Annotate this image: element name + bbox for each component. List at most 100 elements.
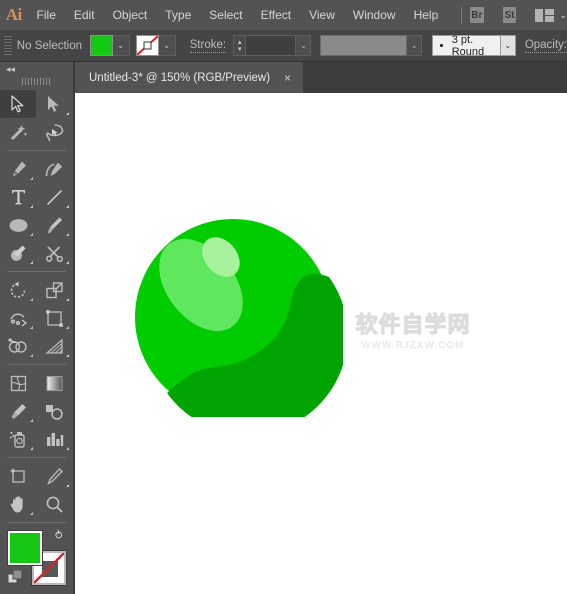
menu-item-effect[interactable]: Effect — [252, 0, 300, 30]
free-transform-tool[interactable] — [36, 304, 72, 332]
spinner-up-icon: ▴ — [237, 38, 242, 46]
selection-tool[interactable] — [0, 90, 36, 118]
menu-item-window[interactable]: Window — [344, 0, 405, 30]
line-segment-tool[interactable] — [36, 183, 72, 211]
shaper-tool[interactable] — [0, 239, 36, 267]
document-tab-title: Untitled-3* @ 150% (RGB/Preview) — [89, 71, 271, 84]
opacity-label[interactable]: Opacity: — [524, 38, 567, 53]
artboard-tool[interactable] — [0, 462, 36, 490]
brush-definition-chevron-icon[interactable]: ⌄ — [500, 35, 516, 56]
ellipse-tool[interactable] — [0, 211, 36, 239]
stroke-control: ⌄ — [135, 35, 176, 56]
perspective-grid-icon — [44, 338, 63, 354]
type-tool[interactable] — [0, 183, 36, 211]
slice-tool[interactable] — [36, 462, 72, 490]
stroke-weight-chevron-icon[interactable]: ⌄ — [296, 35, 312, 56]
menu-item-type[interactable]: Type — [156, 0, 200, 30]
width-tool[interactable] — [0, 304, 36, 332]
lasso-tool[interactable] — [36, 118, 72, 146]
tool-row — [0, 332, 73, 360]
zoom-tool[interactable] — [36, 490, 72, 518]
symbol-sprayer-tool[interactable] — [0, 425, 36, 453]
eyedropper-tool[interactable] — [0, 397, 36, 425]
menu-item-object[interactable]: Object — [104, 0, 157, 30]
default-fill-stroke-icon[interactable] — [8, 570, 23, 585]
brush-preview-icon — [440, 44, 443, 47]
flyout-indicator — [30, 512, 33, 515]
selection-arrow-icon — [11, 95, 24, 113]
fill-proxy-swatch[interactable] — [7, 530, 43, 566]
pen-tool[interactable] — [0, 155, 36, 183]
toolbar-gripper[interactable] — [21, 78, 52, 85]
perspective-grid-tool[interactable] — [36, 332, 72, 360]
ai-logo: Ai — [5, 5, 22, 24]
variable-width-profile-chevron-icon[interactable]: ⌄ — [407, 35, 423, 56]
toolbar-collapse-button[interactable]: ◂◂ — [0, 62, 73, 76]
rotate-tool[interactable] — [0, 276, 36, 304]
stroke-dropdown-chevron-icon[interactable]: ⌄ — [158, 35, 176, 56]
menu-item-view[interactable]: View — [300, 0, 344, 30]
tool-divider — [7, 271, 66, 272]
fill-dropdown-chevron-icon[interactable]: ⌄ — [112, 35, 130, 56]
scale-icon — [45, 281, 63, 298]
menu-item-select[interactable]: Select — [200, 0, 251, 30]
gradient-icon — [46, 375, 62, 391]
selection-status: No Selection — [16, 39, 83, 52]
close-icon[interactable]: × — [284, 72, 291, 84]
control-bar-gripper[interactable] — [4, 35, 12, 56]
watermark-chinese-text: 软件自学网 — [355, 313, 471, 339]
rotate-icon — [10, 281, 25, 298]
tool-row — [0, 397, 73, 425]
none-slash-icon — [136, 36, 158, 55]
brush-definition-field[interactable]: 3 pt. Round — [432, 33, 501, 58]
illustrator-window: Ai File Edit Object Type Select Effect V… — [0, 0, 567, 594]
stock-button[interactable]: St — [502, 7, 517, 23]
shaper-icon — [10, 245, 25, 261]
tool-row — [0, 425, 73, 453]
menu-item-help[interactable]: Help — [405, 0, 448, 30]
stroke-weight-label[interactable]: Stroke: — [189, 38, 227, 53]
direct-selection-tool[interactable] — [36, 90, 72, 118]
curvature-tool[interactable] — [36, 155, 72, 183]
fill-swatch[interactable] — [89, 35, 113, 56]
slice-knife-icon — [46, 467, 63, 485]
tool-row — [0, 304, 73, 332]
blend-tool[interactable] — [36, 397, 72, 425]
magic-wand-tool[interactable] — [0, 118, 36, 146]
flyout-indicator — [66, 205, 69, 208]
shape-builder-tool[interactable] — [0, 332, 36, 360]
hand-tool[interactable] — [0, 490, 36, 518]
document-tab[interactable]: Untitled-3* @ 150% (RGB/Preview) × — [75, 62, 304, 93]
workspace-switcher[interactable]: ⌄ — [535, 8, 567, 22]
tool-row — [0, 369, 73, 397]
fill-stroke-control: ⥁ — [7, 529, 73, 591]
scissors-tool[interactable] — [36, 239, 72, 267]
green-sphere-artwork[interactable] — [133, 217, 343, 417]
stroke-weight-spinner[interactable]: ▴ ▾ — [233, 35, 247, 56]
column-graph-tool[interactable] — [36, 425, 72, 453]
tool-row — [0, 183, 73, 211]
mesh-tool[interactable] — [0, 369, 36, 397]
gradient-tool[interactable] — [36, 369, 72, 397]
width-icon — [9, 313, 27, 326]
bridge-button[interactable]: Br — [469, 7, 484, 23]
flyout-indicator — [30, 177, 33, 180]
variable-width-profile-field[interactable] — [320, 35, 408, 56]
brush-definition-label: 3 pt. Round — [451, 33, 485, 58]
menu-item-file[interactable]: File — [28, 0, 65, 30]
tool-row — [0, 211, 73, 239]
flyout-indicator — [30, 447, 33, 450]
tool-divider — [7, 364, 66, 365]
flyout-indicator — [66, 354, 69, 357]
stroke-swatch-none[interactable] — [135, 35, 159, 56]
paintbrush-icon — [47, 217, 62, 233]
tool-row — [0, 239, 73, 267]
artboard-canvas[interactable]: 软件自学网 WWW.RJZXW.COM — [75, 93, 567, 594]
menu-item-edit[interactable]: Edit — [65, 0, 104, 30]
stroke-weight-input[interactable] — [246, 35, 297, 56]
swap-fill-stroke-icon[interactable]: ⥁ — [55, 529, 63, 542]
lasso-icon — [45, 123, 63, 141]
tool-row — [0, 155, 73, 183]
scale-tool[interactable] — [36, 276, 72, 304]
paintbrush-tool[interactable] — [36, 211, 72, 239]
